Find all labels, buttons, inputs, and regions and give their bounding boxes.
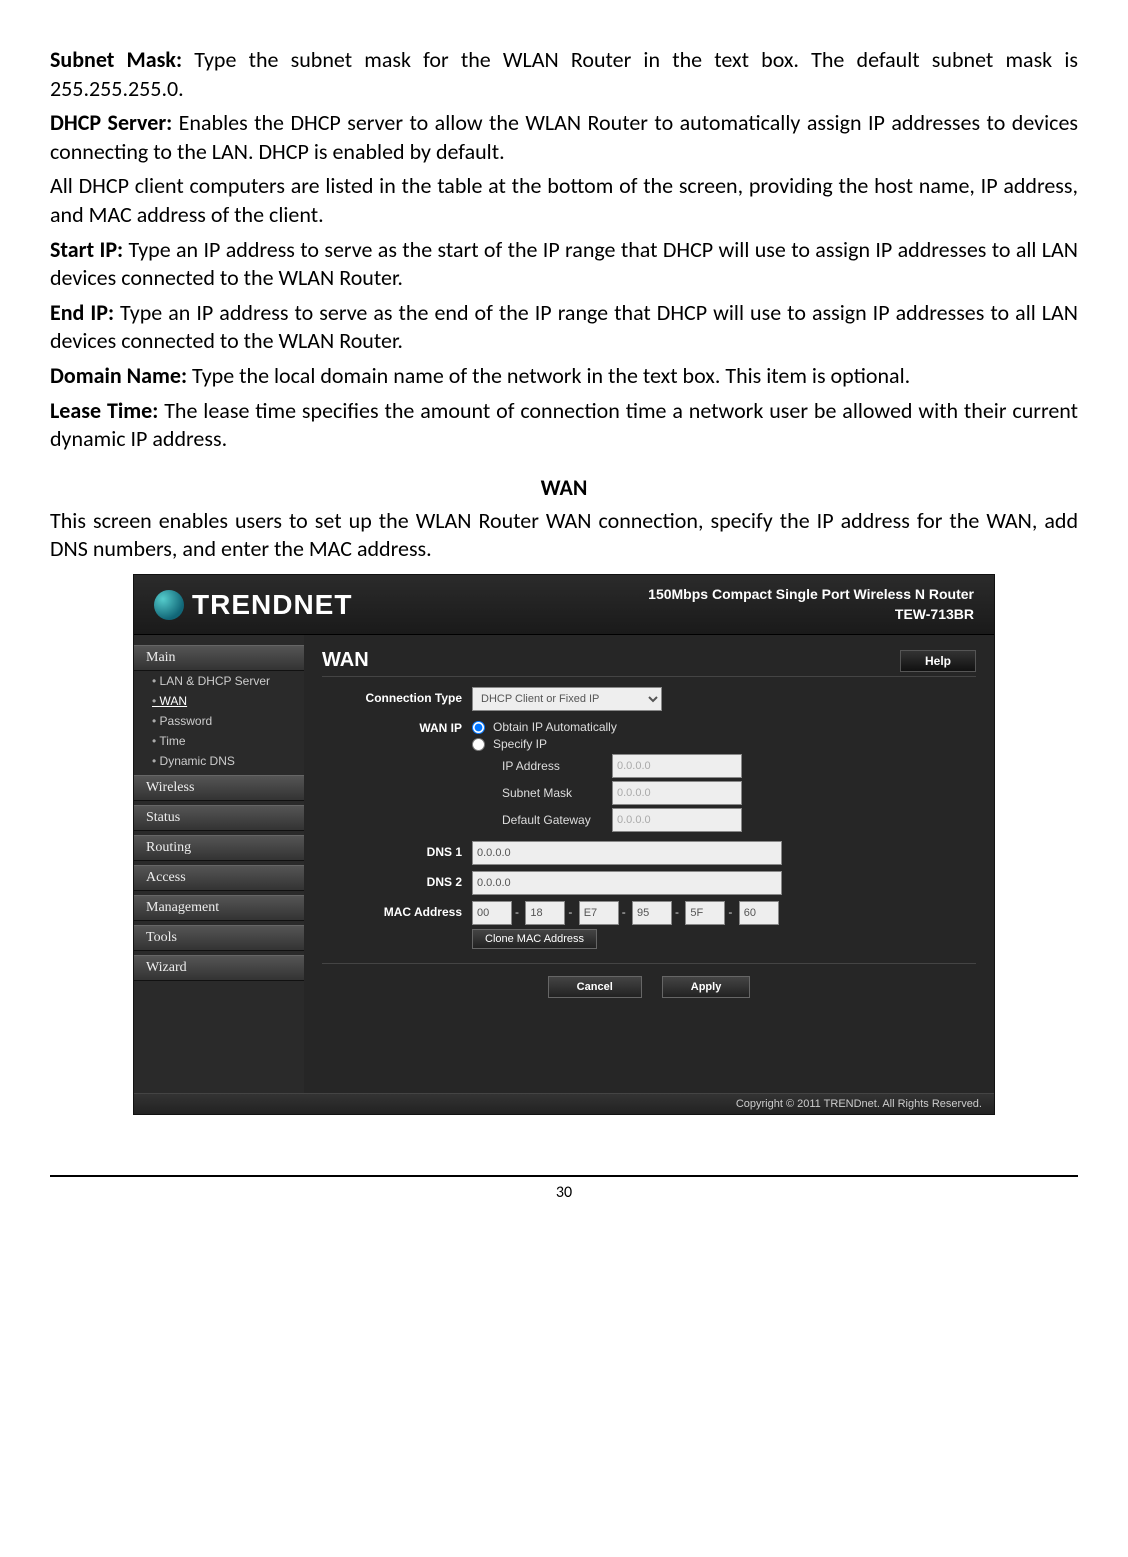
clone-mac-button[interactable]: Clone MAC Address [472,929,597,949]
mac-label: MAC Address [322,901,472,919]
ip-address-input[interactable] [612,754,742,778]
router-header: TRENDNET 150Mbps Compact Single Port Wir… [134,575,994,635]
section-heading-wan: WAN [50,474,1078,501]
mac-octet-3[interactable] [632,901,672,925]
page-number: 30 [50,1175,1078,1202]
sidebar: Main LAN & DHCP Server WAN Password Time… [134,635,304,1093]
sidebar-item-wan[interactable]: WAN [134,691,304,711]
model-block: 150Mbps Compact Single Port Wireless N R… [648,585,974,624]
radio-obtain-auto[interactable] [472,721,485,734]
mac-octet-2[interactable] [579,901,619,925]
dns2-label: DNS 2 [322,871,472,889]
help-button[interactable]: Help [900,650,976,672]
pane-title: WAN [322,649,369,672]
ip-address-label: IP Address [502,759,612,773]
cancel-button[interactable]: Cancel [548,976,642,998]
sidebar-section-tools[interactable]: Tools [134,925,304,951]
para-lease-time: Lease Time: The lease time specifies the… [50,397,1078,454]
sidebar-item-time[interactable]: Time [134,731,304,751]
sidebar-section-wizard[interactable]: Wizard [134,955,304,981]
main-pane: WAN Help Connection Type DHCP Client or … [304,635,994,1093]
dns1-label: DNS 1 [322,841,472,859]
dns1-input[interactable] [472,841,782,865]
gateway-label: Default Gateway [502,813,612,827]
gateway-input[interactable] [612,808,742,832]
mac-octet-1[interactable] [525,901,565,925]
subnet-mask-label: Subnet Mask [502,786,612,800]
para-end-ip: End IP: Type an IP address to serve as t… [50,299,1078,356]
para-dhcp-clients: All DHCP client computers are listed in … [50,172,1078,229]
dns2-input[interactable] [472,871,782,895]
sidebar-section-routing[interactable]: Routing [134,835,304,861]
router-screenshot: TRENDNET 150Mbps Compact Single Port Wir… [133,574,995,1115]
sidebar-section-management[interactable]: Management [134,895,304,921]
model-line2: TEW-713BR [648,605,974,625]
sidebar-section-main[interactable]: Main [134,645,304,671]
radio-specify-ip-label: Specify IP [493,737,547,751]
router-footer: Copyright © 2011 TRENDnet. All Rights Re… [134,1093,994,1114]
radio-specify-ip[interactable] [472,738,485,751]
sidebar-section-access[interactable]: Access [134,865,304,891]
sidebar-section-wireless[interactable]: Wireless [134,775,304,801]
sidebar-item-lan-dhcp[interactable]: LAN & DHCP Server [134,671,304,691]
model-line1: 150Mbps Compact Single Port Wireless N R… [648,585,974,605]
para-dhcp-server: DHCP Server: Enables the DHCP server to … [50,109,1078,166]
mac-octet-0[interactable] [472,901,512,925]
connection-type-select[interactable]: DHCP Client or Fixed IP [472,687,662,711]
mac-octet-5[interactable] [739,901,779,925]
subnet-mask-input[interactable] [612,781,742,805]
mac-octet-4[interactable] [685,901,725,925]
para-start-ip: Start IP: Type an IP address to serve as… [50,236,1078,293]
sidebar-section-status[interactable]: Status [134,805,304,831]
sidebar-item-ddns[interactable]: Dynamic DNS [134,751,304,771]
para-wan-intro: This screen enables users to set up the … [50,507,1078,564]
para-domain-name: Domain Name: Type the local domain name … [50,362,1078,391]
sidebar-item-password[interactable]: Password [134,711,304,731]
radio-obtain-auto-label: Obtain IP Automatically [493,720,617,734]
brand: TRENDNET [154,589,352,621]
wan-ip-label: WAN IP [322,717,472,735]
para-subnet-mask: Subnet Mask: Type the subnet mask for th… [50,46,1078,103]
connection-type-label: Connection Type [322,687,472,705]
brand-text: TRENDNET [192,589,352,621]
apply-button[interactable]: Apply [662,976,751,998]
globe-icon [154,590,184,620]
